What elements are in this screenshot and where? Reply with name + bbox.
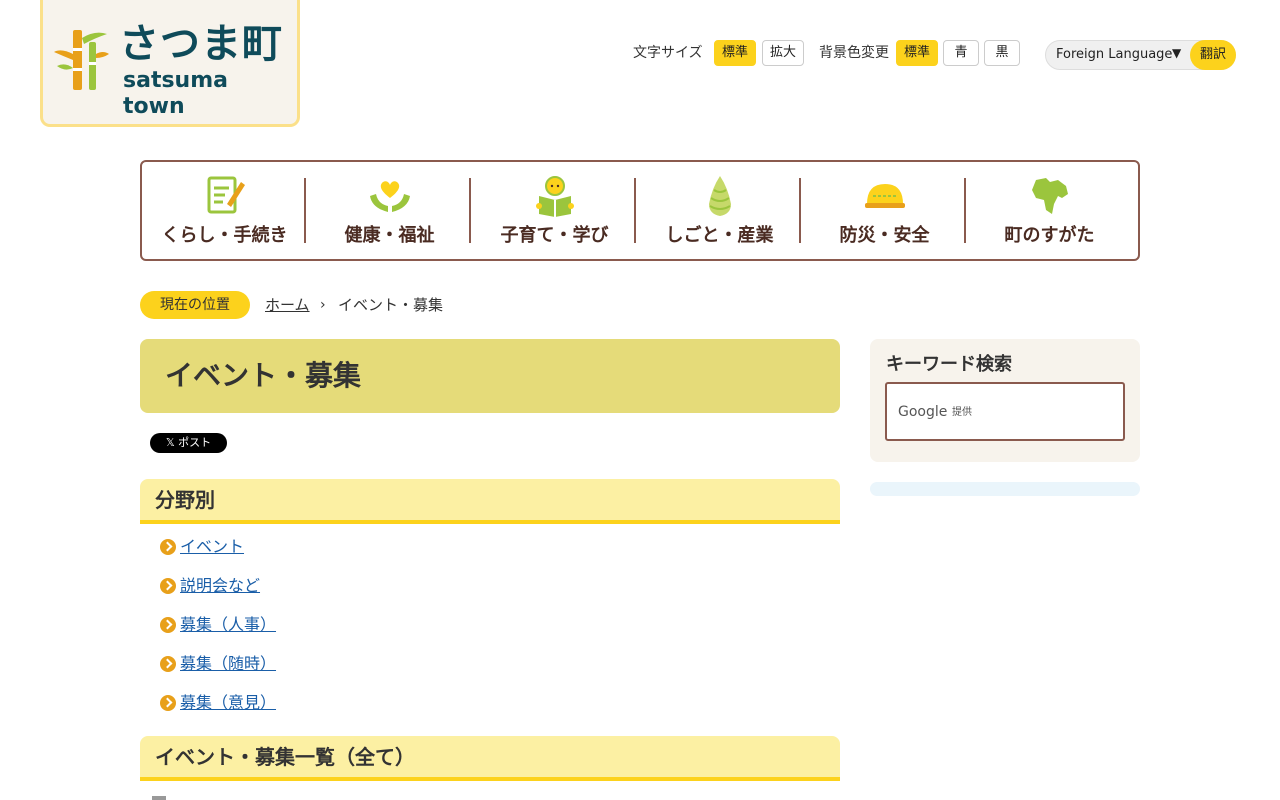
nav-label: くらし・手続き bbox=[161, 225, 288, 246]
nav-label: しごと・産業 bbox=[665, 225, 774, 246]
nav-label: 町のすがた bbox=[1004, 225, 1095, 246]
sidebar-banner-strip bbox=[870, 482, 1140, 496]
nav-divider bbox=[634, 178, 636, 243]
section-header-by-field: 分野別 bbox=[140, 479, 840, 524]
breadcrumb-home-link[interactable]: ホーム bbox=[265, 296, 310, 314]
nav-divider bbox=[799, 178, 801, 243]
nav-item-childcare[interactable]: 子育て・学び bbox=[472, 162, 637, 259]
town-map-icon bbox=[1032, 178, 1068, 214]
nav-label: 健康・福祉 bbox=[344, 225, 435, 246]
nav-item-health[interactable]: 健康・福祉 bbox=[307, 162, 472, 259]
chevron-right-icon bbox=[160, 695, 176, 711]
global-nav: くらし・手続き 健康・福祉 子育て・学び しごと・産業 防災・安全 町のすがた bbox=[140, 160, 1140, 261]
bamboo-shoot-icon bbox=[709, 176, 731, 216]
section-title: 分野別 bbox=[155, 488, 215, 512]
section-header-all: イベント・募集一覧（全て） bbox=[140, 736, 840, 781]
search-title: キーワード検索 bbox=[886, 354, 1012, 375]
bg-standard-button[interactable]: 標準 bbox=[896, 40, 938, 66]
category-link[interactable]: 説明会など bbox=[180, 576, 260, 596]
nav-item-safety[interactable]: 防災・安全 bbox=[802, 162, 967, 259]
nav-item-living[interactable]: くらし・手続き bbox=[142, 162, 307, 259]
list-bullet-icon bbox=[152, 796, 166, 800]
nav-divider bbox=[304, 178, 306, 243]
nav-label: 防災・安全 bbox=[839, 225, 930, 246]
translate-button[interactable]: 翻訳 bbox=[1190, 40, 1236, 70]
page-title: イベント・募集 bbox=[165, 359, 362, 392]
keyword-search-panel: キーワード検索 Google 提供 bbox=[870, 339, 1140, 462]
category-link[interactable]: 募集（随時） bbox=[180, 654, 276, 674]
bg-color-label: 背景色変更 bbox=[819, 45, 889, 61]
category-link[interactable]: 募集（意見） bbox=[180, 693, 276, 713]
breadcrumb-badge: 現在の位置 bbox=[140, 291, 250, 319]
google-provided-label: 提供 bbox=[952, 407, 972, 418]
nav-divider bbox=[964, 178, 966, 243]
font-size-label: 文字サイズ bbox=[633, 45, 703, 61]
chevron-right-icon bbox=[160, 539, 176, 555]
google-logo: Google bbox=[898, 404, 948, 420]
hands-heart-icon bbox=[370, 181, 410, 212]
breadcrumb-separator: › bbox=[320, 297, 326, 313]
bg-black-button[interactable]: 黒 bbox=[984, 40, 1020, 66]
child-reading-icon bbox=[536, 176, 574, 217]
category-link[interactable]: イベント bbox=[180, 537, 244, 557]
section-title: イベント・募集一覧（全て） bbox=[155, 745, 415, 769]
caret-down-icon: ▼ bbox=[1172, 46, 1182, 60]
x-post-button[interactable]: 𝕏 ポスト bbox=[150, 433, 227, 453]
nav-item-town[interactable]: 町のすがた bbox=[967, 162, 1132, 259]
chevron-right-icon bbox=[160, 578, 176, 594]
safety-helmet-icon bbox=[865, 184, 905, 208]
nav-item-work[interactable]: しごと・産業 bbox=[637, 162, 802, 259]
language-select[interactable]: Foreign Language bbox=[1056, 47, 1172, 63]
form-pencil-icon bbox=[207, 176, 245, 214]
font-size-standard-button[interactable]: 標準 bbox=[714, 40, 756, 66]
breadcrumb-current: イベント・募集 bbox=[338, 296, 444, 314]
chevron-right-icon bbox=[160, 617, 176, 633]
font-size-large-button[interactable]: 拡大 bbox=[762, 40, 804, 66]
site-logo[interactable]: さつま町 satsuma town bbox=[40, 0, 300, 127]
page-title-band: イベント・募集 bbox=[140, 339, 840, 413]
site-name: さつま町 bbox=[119, 21, 283, 67]
site-name-roman: satsuma town bbox=[123, 68, 228, 119]
nav-divider bbox=[469, 178, 471, 243]
chevron-right-icon bbox=[160, 656, 176, 672]
nav-label: 子育て・学び bbox=[500, 225, 609, 246]
category-link[interactable]: 募集（人事） bbox=[180, 615, 276, 635]
bamboo-logo-icon bbox=[54, 30, 109, 90]
search-input[interactable]: Google 提供 bbox=[885, 382, 1125, 441]
bg-blue-button[interactable]: 青 bbox=[943, 40, 979, 66]
language-selector: Foreign Language ▼ 翻訳 bbox=[1045, 40, 1236, 70]
